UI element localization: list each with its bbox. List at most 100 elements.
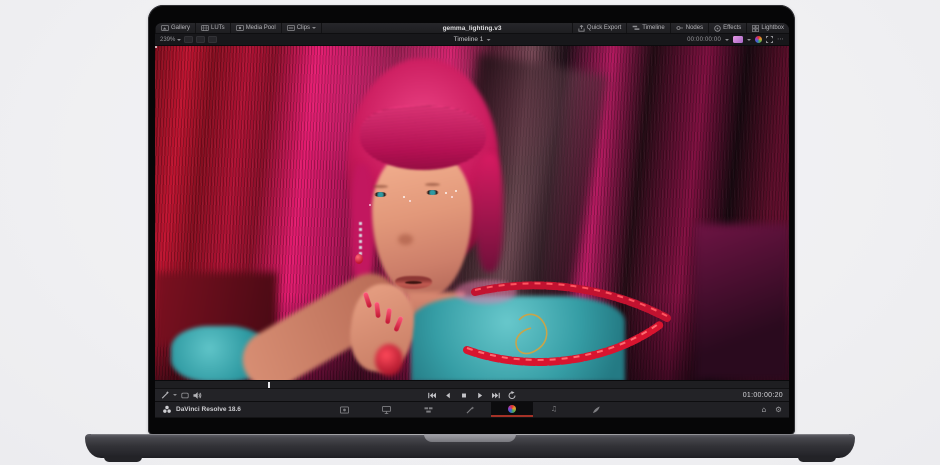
transport-bar: 01:00:00:20 bbox=[155, 388, 789, 401]
gallery-label: Gallery bbox=[171, 25, 190, 31]
quick-export-button[interactable]: Quick Export bbox=[572, 23, 626, 33]
lid-opening-notch bbox=[424, 434, 516, 442]
viewer-toolbar-right: 00:00:00:00 ⋯ bbox=[687, 36, 784, 43]
viewer-mode-button-3[interactable] bbox=[208, 36, 217, 43]
timeline-scrubber[interactable] bbox=[155, 380, 789, 388]
timeline-selector-label: Timeline 1 bbox=[454, 36, 484, 43]
media-page-icon bbox=[340, 406, 349, 414]
app-version-label: DaVinci Resolve 18.6 bbox=[176, 406, 241, 413]
skip-to-start-button[interactable] bbox=[428, 391, 437, 400]
fairlight-page-icon: ♫ bbox=[551, 406, 557, 413]
toolbar-left-group: Gallery LUTs Media Pool bbox=[155, 23, 322, 33]
tab-deliver[interactable] bbox=[575, 402, 617, 417]
expand-icon[interactable] bbox=[766, 36, 773, 43]
clips-button[interactable]: Clips bbox=[282, 23, 322, 33]
speaker-icon[interactable] bbox=[193, 391, 202, 400]
playhead-timecode: 01:00:00:20 bbox=[743, 392, 783, 399]
model-brow-right bbox=[425, 183, 440, 186]
zoom-level-value: 239% bbox=[160, 37, 175, 43]
color-management-icon[interactable] bbox=[755, 36, 762, 43]
timeline-button[interactable]: Timeline bbox=[626, 23, 669, 33]
model-hair-left bbox=[350, 164, 375, 286]
timeline-icon bbox=[632, 25, 640, 31]
transport-controls bbox=[428, 391, 517, 400]
chevron-down-icon[interactable] bbox=[747, 39, 751, 41]
viewer-timecode: 00:00:00:00 bbox=[687, 37, 721, 43]
lightbox-label: Lightbox bbox=[761, 25, 784, 31]
play-button[interactable] bbox=[476, 391, 485, 400]
viewer-mode-button-1[interactable] bbox=[184, 36, 193, 43]
loop-button[interactable] bbox=[508, 391, 517, 400]
laptop-screen: Gallery LUTs Media Pool bbox=[148, 5, 795, 435]
model-brow-left bbox=[373, 185, 388, 188]
stop-button[interactable] bbox=[460, 391, 469, 400]
quick-export-label: Quick Export bbox=[587, 25, 621, 31]
chevron-down-icon bbox=[312, 27, 316, 29]
marker-icon[interactable] bbox=[181, 392, 189, 399]
deliver-page-icon bbox=[592, 406, 601, 414]
fur-purple-right bbox=[695, 224, 789, 380]
project-title: gemma_lighting.v3 bbox=[443, 23, 502, 33]
timeline-label: Timeline bbox=[642, 25, 664, 31]
effects-icon bbox=[714, 25, 721, 32]
lightbox-icon bbox=[752, 25, 759, 32]
chevron-down-icon[interactable] bbox=[173, 394, 177, 396]
background: Gallery LUTs Media Pool bbox=[0, 0, 940, 465]
tab-color-active[interactable] bbox=[491, 402, 533, 417]
model-eye-right bbox=[426, 190, 439, 195]
more-icon[interactable]: ⋯ bbox=[777, 36, 784, 43]
page-bar: DaVinci Resolve 18.6 bbox=[155, 401, 789, 417]
home-icon[interactable]: ⌂ bbox=[762, 406, 767, 414]
laptop-foot-left bbox=[104, 456, 142, 462]
zoom-level-select[interactable]: 239% bbox=[160, 37, 181, 43]
effects-button[interactable]: Effects bbox=[708, 23, 746, 33]
davinci-resolve-logo bbox=[162, 405, 172, 414]
gallery-icon bbox=[161, 25, 169, 31]
luts-label: LUTs bbox=[211, 25, 225, 31]
red-jewelry-accent bbox=[375, 344, 403, 376]
timeline-selector[interactable]: Timeline 1 bbox=[454, 36, 491, 43]
earring-bead bbox=[355, 254, 363, 264]
chevron-down-icon[interactable] bbox=[725, 39, 729, 41]
edit-page-icon bbox=[424, 406, 433, 414]
chevron-down-icon bbox=[486, 39, 490, 41]
tab-fairlight[interactable]: ♫ bbox=[533, 402, 575, 417]
tab-cut[interactable] bbox=[365, 402, 407, 417]
chevron-down-icon bbox=[177, 39, 181, 41]
clips-icon bbox=[287, 25, 295, 31]
nodes-icon bbox=[676, 25, 684, 31]
top-toolbar: Gallery LUTs Media Pool bbox=[155, 23, 789, 34]
skip-to-end-button[interactable] bbox=[492, 391, 501, 400]
nodes-button[interactable]: Nodes bbox=[670, 23, 708, 33]
nodes-label: Nodes bbox=[686, 25, 703, 31]
quick-export-icon bbox=[578, 25, 585, 32]
laptop-foot-right bbox=[798, 456, 836, 462]
earring-chain bbox=[359, 222, 362, 256]
face-rhinestones bbox=[155, 46, 157, 48]
media-pool-icon bbox=[236, 25, 244, 31]
media-pool-button[interactable]: Media Pool bbox=[231, 23, 282, 33]
tab-media[interactable] bbox=[323, 402, 365, 417]
model-eye-left bbox=[374, 192, 387, 197]
gear-icon[interactable]: ⚙ bbox=[775, 406, 782, 414]
luts-button[interactable]: LUTs bbox=[196, 23, 231, 33]
gallery-button[interactable]: Gallery bbox=[156, 23, 196, 33]
draw-tool-icon[interactable] bbox=[161, 391, 169, 399]
tab-edit[interactable] bbox=[407, 402, 449, 417]
fusion-page-icon bbox=[466, 406, 475, 414]
toolbar-right-group: Quick Export Timeline Nodes bbox=[572, 23, 789, 33]
color-page-icon bbox=[508, 405, 516, 413]
tab-fusion[interactable] bbox=[449, 402, 491, 417]
lightbox-button[interactable]: Lightbox bbox=[746, 23, 789, 33]
transport-tools bbox=[161, 391, 202, 400]
viewer-mode-button-2[interactable] bbox=[196, 36, 205, 43]
davinci-resolve-window: Gallery LUTs Media Pool bbox=[155, 23, 789, 418]
clean-feed-icon[interactable] bbox=[733, 36, 743, 43]
viewer-toolbar: 239% Timeline 1 00:00:00:00 bbox=[155, 34, 789, 46]
clips-label: Clips bbox=[297, 25, 310, 31]
effects-label: Effects bbox=[723, 25, 741, 31]
luts-icon bbox=[201, 25, 209, 31]
laptop-base bbox=[85, 434, 855, 458]
viewer[interactable] bbox=[155, 46, 789, 380]
step-back-button[interactable] bbox=[444, 391, 453, 400]
